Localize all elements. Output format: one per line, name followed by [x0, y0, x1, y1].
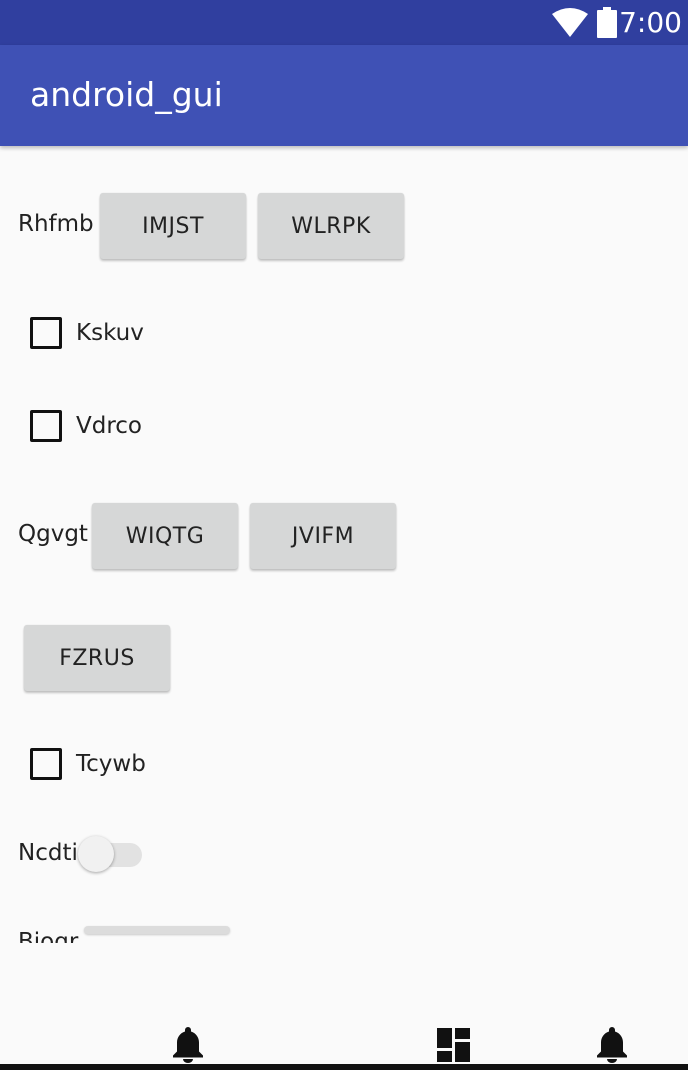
content-area: Rhfmb IMJST WLRPK Kskuv Vdrco Qgvgt WIQT… [0, 146, 688, 943]
wiqtg-button[interactable]: WIQTG [92, 503, 238, 569]
imjst-button[interactable]: IMJST [100, 193, 246, 259]
checkbox-label: Kskuv [76, 320, 144, 346]
dashboard-icon[interactable] [436, 1025, 472, 1063]
fzrus-button[interactable]: FZRUS [24, 625, 170, 691]
checkbox-tcywb[interactable]: Tcywb [30, 744, 146, 784]
checkbox-kskuv[interactable]: Kskuv [30, 313, 144, 353]
seek-bar[interactable] [84, 926, 230, 934]
notification-icon[interactable] [170, 1025, 206, 1063]
battery-icon [597, 7, 617, 38]
wifi-icon [552, 8, 588, 37]
status-time: 7:00 [619, 6, 682, 39]
status-bar: 7:00 [0, 0, 688, 45]
checkbox-box[interactable] [30, 317, 62, 349]
jvifm-button[interactable]: JVIFM [250, 503, 396, 569]
checkbox-label: Vdrco [76, 413, 143, 439]
checkbox-vdrco[interactable]: Vdrco [30, 406, 142, 446]
app-title: android_gui [30, 75, 223, 114]
bottom-nav [0, 1010, 688, 1070]
checkbox-box[interactable] [30, 410, 62, 442]
wlrpk-button[interactable]: WLRPK [258, 193, 404, 259]
row1-label: Rhfmb [18, 211, 94, 237]
row2-label: Qgvgt [18, 521, 88, 547]
checkbox-label: Tcywb [76, 751, 146, 777]
checkbox-box[interactable] [30, 748, 62, 780]
app-bar: android_gui [0, 45, 688, 146]
seek-label: Biogr [18, 929, 79, 943]
notification-icon[interactable] [594, 1025, 630, 1063]
bottom-divider [0, 1064, 688, 1070]
switch-thumb[interactable] [78, 836, 114, 872]
switch-label: Ncdti [18, 840, 78, 866]
